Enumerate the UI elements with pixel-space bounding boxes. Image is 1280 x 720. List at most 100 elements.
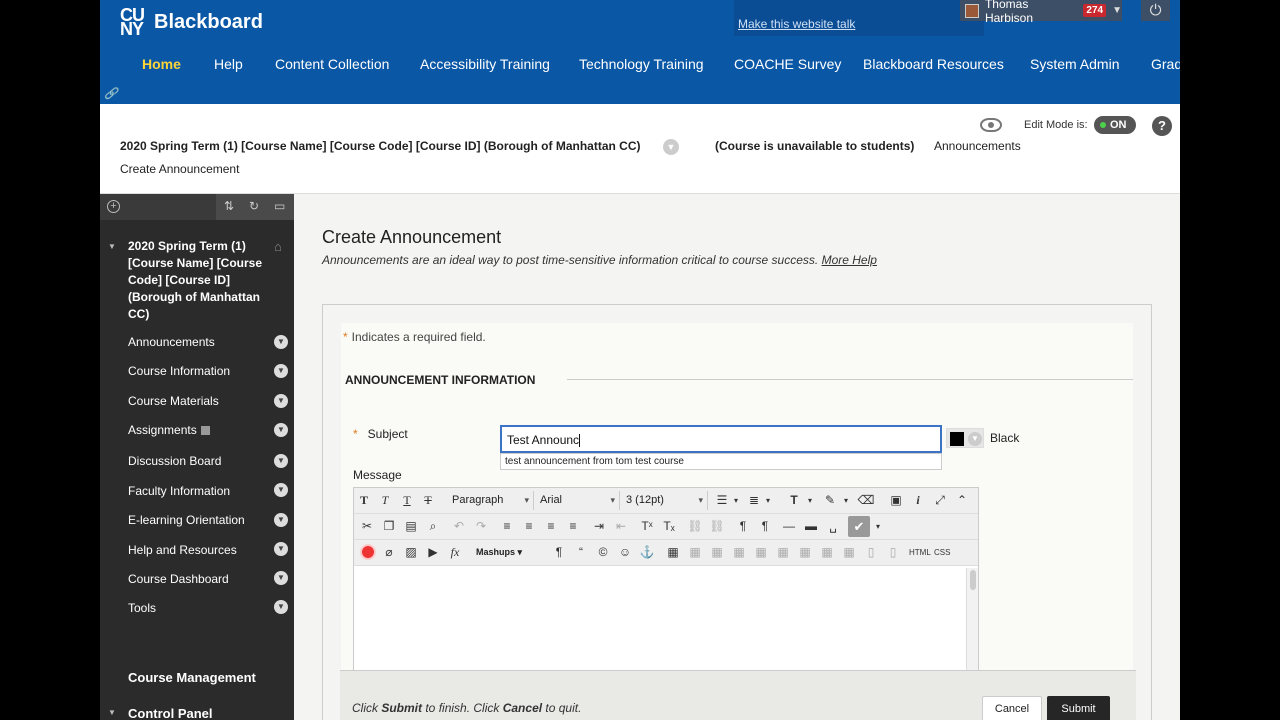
edit-mode-toggle[interactable]: ON — [1094, 116, 1136, 134]
paragraph-mark-icon[interactable]: ¶ — [549, 543, 569, 562]
reorder-icon[interactable]: ⇅ — [224, 199, 234, 213]
sidebar-item-help-and-resources[interactable]: Help and Resources — [128, 543, 237, 557]
refresh-icon[interactable]: ↻ — [249, 199, 259, 213]
scrollbar-thumb[interactable] — [970, 570, 976, 590]
chevron-down-icon[interactable]: ▼ — [274, 600, 288, 614]
nav-technology-training[interactable]: Technology Training — [579, 56, 704, 72]
cut-icon[interactable]: ✂ — [357, 517, 377, 536]
undo-icon[interactable]: ↶ — [449, 517, 469, 536]
sidebar-item-assignments[interactable]: Assignments — [128, 423, 210, 437]
align-center-icon[interactable]: ≡ — [519, 517, 539, 536]
home-icon[interactable]: ⌂ — [274, 239, 282, 254]
collapse-caret-icon[interactable]: ▼ — [108, 708, 116, 717]
chevron-down-icon[interactable]: ▾ — [726, 491, 746, 510]
nav-content-collection[interactable]: Content Collection — [275, 56, 389, 72]
paragraph-format-select[interactable]: Paragraph — [446, 491, 534, 510]
nav-coache-survey[interactable]: COACHE Survey — [734, 56, 841, 72]
nonbreaking-space-icon[interactable]: ␣ — [823, 517, 843, 536]
css-button[interactable]: CSS — [934, 544, 950, 561]
redo-icon[interactable]: ↷ — [471, 517, 491, 536]
table-merge-cells-icon[interactable]: ▯ — [883, 543, 903, 562]
italic-icon[interactable]: T — [375, 491, 395, 510]
nav-grad[interactable]: Grad — [1151, 56, 1180, 72]
blockquote-icon[interactable]: “ — [571, 543, 591, 562]
superscript-icon[interactable]: Tˣ — [637, 517, 657, 536]
nav-blackboard-resources[interactable]: Blackboard Resources — [863, 56, 1004, 72]
sidebar-item-course-materials[interactable]: Course Materials — [128, 394, 219, 408]
sidebar-item-tools[interactable]: Tools — [128, 601, 156, 615]
table-delete-col-icon[interactable]: ▦ — [839, 543, 859, 562]
collapse-toolbar-icon[interactable]: ⌃ — [952, 491, 972, 510]
table-insert-row-after-icon[interactable]: ▦ — [751, 543, 771, 562]
html-source-button[interactable]: HTML — [909, 544, 931, 561]
underline-icon[interactable]: T — [397, 491, 417, 510]
sidebar-item-course-dashboard[interactable]: Course Dashboard — [128, 572, 229, 586]
table-row-icon[interactable]: ▦ — [685, 543, 705, 562]
chevron-down-icon[interactable]: ▼ — [274, 513, 288, 527]
anchor-icon[interactable]: ⚓ — [637, 543, 657, 562]
indent-icon[interactable]: ⇥ — [589, 517, 609, 536]
copyright-icon[interactable]: © — [593, 543, 613, 562]
horizontal-rule-bold-icon[interactable]: ▬ — [801, 517, 821, 536]
link-icon[interactable]: ⛓ — [685, 517, 705, 536]
font-size-select[interactable]: 3 (12pt) — [620, 491, 708, 510]
chevron-down-icon[interactable]: ▼ — [274, 483, 288, 497]
attach-file-icon[interactable]: ⌀ — [379, 543, 399, 562]
chevron-down-icon[interactable]: ▼ — [274, 571, 288, 585]
chevron-down-icon[interactable]: ▼ — [663, 139, 679, 155]
preview-icon[interactable]: ▣ — [886, 491, 906, 510]
table-split-cells-icon[interactable]: ▯ — [861, 543, 881, 562]
unlink-icon[interactable]: ⛓ — [707, 517, 727, 536]
link-icon[interactable]: 🔗 — [104, 87, 118, 101]
chevron-down-icon[interactable]: ▼ — [274, 394, 288, 408]
student-preview-eye-icon[interactable] — [980, 118, 1002, 132]
subject-input[interactable]: Test Announc — [500, 425, 942, 453]
bold-icon[interactable]: T — [354, 491, 374, 510]
emoticon-icon[interactable]: ☺ — [615, 543, 635, 562]
sidebar-item-faculty-information[interactable]: Faculty Information — [128, 484, 230, 498]
nav-help[interactable]: Help — [214, 56, 243, 72]
font-family-select[interactable]: Arial — [534, 491, 620, 510]
sidebar-course-name[interactable]: 2020 Spring Term (1) [Course Name] [Cour… — [128, 238, 272, 323]
record-media-icon[interactable] — [360, 544, 376, 560]
sidebar-item-announcements[interactable]: Announcements — [128, 335, 215, 349]
paste-icon[interactable]: ▤ — [401, 517, 421, 536]
horizontal-rule-icon[interactable]: — — [779, 517, 799, 536]
subject-color-picker[interactable]: ▼ — [946, 428, 984, 448]
align-right-icon[interactable]: ≡ — [541, 517, 561, 536]
submit-button[interactable]: Submit — [1047, 696, 1110, 720]
blackboard-logo[interactable]: CU NY Blackboard — [120, 6, 263, 38]
cancel-button[interactable]: Cancel — [982, 696, 1042, 720]
make-website-talk-link[interactable]: Make this website talk — [738, 17, 855, 31]
ltr-paragraph-icon[interactable]: ¶ — [733, 517, 753, 536]
chevron-down-icon[interactable]: ▼ — [274, 454, 288, 468]
nav-home[interactable]: Home — [142, 56, 181, 72]
align-left-icon[interactable]: ≡ — [497, 517, 517, 536]
chevron-down-icon[interactable]: ▾ — [800, 491, 820, 510]
chevron-down-icon[interactable]: ▾ — [758, 491, 778, 510]
chevron-down-icon[interactable]: ▼ — [274, 335, 288, 349]
insert-media-icon[interactable]: ▶ — [423, 543, 443, 562]
mashups-select[interactable]: Mashups ▾ — [472, 543, 522, 562]
subscript-icon[interactable]: Tₓ — [659, 517, 679, 536]
info-icon[interactable]: i — [908, 491, 928, 510]
outdent-icon[interactable]: ⇤ — [611, 517, 631, 536]
add-menu-item-icon[interactable]: + — [107, 200, 120, 213]
sidebar-section-course-management[interactable]: Course Management — [128, 670, 256, 685]
copy-icon[interactable]: ❐ — [379, 517, 399, 536]
table-insert-col-after-icon[interactable]: ▦ — [817, 543, 837, 562]
rtl-paragraph-icon[interactable]: ¶ — [755, 517, 775, 536]
collapse-caret-icon[interactable]: ▼ — [108, 242, 116, 251]
spellcheck-icon[interactable]: ✔ — [848, 516, 870, 537]
sidebar-section-control-panel[interactable]: Control Panel — [128, 706, 213, 720]
eraser-icon[interactable]: ⌫ — [856, 491, 876, 510]
user-menu[interactable]: Thomas Harbison 274 ▼ — [960, 0, 1122, 25]
sidebar-item-course-information[interactable]: Course Information — [128, 364, 230, 378]
find-icon[interactable]: ⌕ — [423, 517, 443, 536]
chevron-down-icon[interactable]: ▼ — [274, 542, 288, 556]
table-insert-row-before-icon[interactable]: ▦ — [729, 543, 749, 562]
chevron-down-icon[interactable]: ▾ — [868, 517, 888, 536]
autocomplete-suggestion[interactable]: test announcement from tom test course — [500, 453, 942, 470]
chevron-down-icon[interactable]: ▼ — [274, 364, 288, 378]
more-help-link[interactable]: More Help — [822, 253, 877, 267]
